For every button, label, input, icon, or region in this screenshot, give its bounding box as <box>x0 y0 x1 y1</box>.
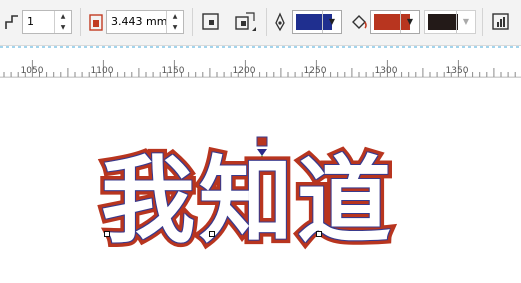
size-value[interactable]: 3.443 mm <box>107 11 166 33</box>
third-color-chip <box>428 14 458 30</box>
ruler-label: 1350 <box>445 66 469 76</box>
separator <box>80 8 81 36</box>
fill-bucket-icon <box>352 15 367 29</box>
ruler-label: 1200 <box>232 66 256 76</box>
chevron-down-icon[interactable]: ▼ <box>456 11 475 33</box>
size-spinner[interactable]: 3.443 mm ▲ ▼ <box>106 10 184 34</box>
arrange-objects-icon[interactable] <box>234 11 256 33</box>
ruler-label: 1300 <box>374 66 398 76</box>
chevron-down-icon[interactable]: ▼ <box>322 11 341 33</box>
spin-up-icon[interactable]: ▲ <box>55 11 71 22</box>
ruler-label: 1100 <box>90 66 114 76</box>
size-icon <box>89 14 103 31</box>
property-bar: 1 ▲ ▼ 3.443 mm ▲ ▼ ▼ ▼ ▼ <box>0 0 521 46</box>
pen-icon <box>275 12 285 32</box>
spin-down-icon[interactable]: ▼ <box>167 22 183 33</box>
artistic-text[interactable]: 我知道 <box>97 138 431 266</box>
ruler-label: 1050 <box>20 66 44 76</box>
spin-down-icon[interactable]: ▼ <box>55 22 71 33</box>
horizontal-ruler: 1050 1100 1150 1200 1250 1300 1350 <box>0 46 521 78</box>
outline-corner-icon[interactable] <box>200 11 222 33</box>
separator <box>266 8 267 36</box>
outline-color-picker[interactable]: ▼ <box>292 10 342 34</box>
selection-handle[interactable] <box>316 231 322 237</box>
chevron-down-icon[interactable]: ▼ <box>400 11 419 33</box>
chart-settings-icon[interactable] <box>490 11 512 33</box>
fill-color-picker[interactable]: ▼ <box>370 10 420 34</box>
selection-handle[interactable] <box>209 231 215 237</box>
ruler-label: 1250 <box>303 66 327 76</box>
selection-handle[interactable] <box>104 231 110 237</box>
drawing-canvas[interactable]: 我知道 <box>0 78 521 283</box>
separator <box>482 8 483 36</box>
third-color-picker[interactable]: ▼ <box>424 10 476 34</box>
spin-up-icon[interactable]: ▲ <box>167 11 183 22</box>
outline-width-icon <box>5 15 18 29</box>
ruler-label: 1150 <box>161 66 185 76</box>
ruler-ticks <box>0 46 521 78</box>
outline-width-spinner[interactable]: 1 ▲ ▼ <box>22 10 72 34</box>
outline-width-value[interactable]: 1 <box>23 11 54 33</box>
separator <box>192 8 193 36</box>
